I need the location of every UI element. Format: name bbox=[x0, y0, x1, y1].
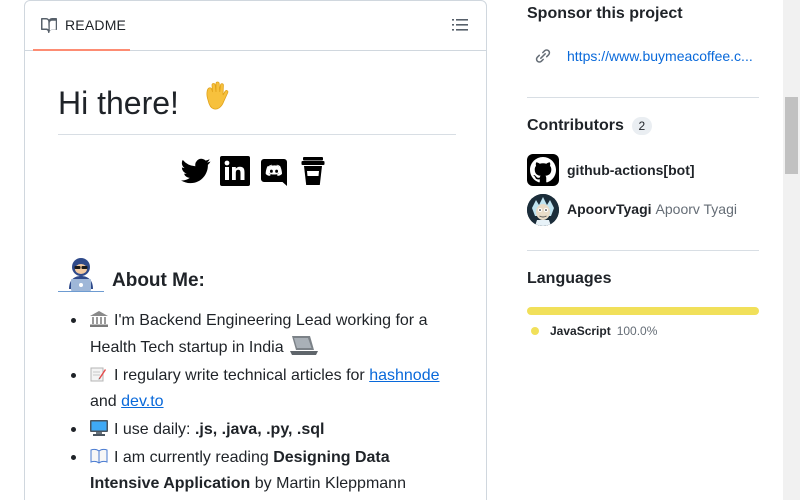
link-icon bbox=[535, 49, 551, 63]
languages-title: Languages bbox=[527, 270, 612, 287]
divider bbox=[527, 97, 759, 98]
avatar[interactable] bbox=[527, 194, 559, 226]
computer-icon bbox=[90, 419, 108, 436]
twitter-link[interactable] bbox=[181, 155, 211, 187]
twitter-icon bbox=[181, 158, 211, 184]
laptop-icon bbox=[288, 334, 320, 356]
devto-link[interactable]: dev.to bbox=[121, 393, 163, 410]
hashnode-link[interactable]: hashnode bbox=[369, 367, 439, 384]
sponsor-link[interactable]: https://www.buymeacoffee.c... bbox=[535, 48, 753, 64]
discord-icon bbox=[261, 159, 287, 186]
social-links bbox=[181, 155, 328, 187]
about-list: I'm Backend Engineering Lead working for… bbox=[58, 308, 458, 499]
item-text-author: by Martin Kleppmann bbox=[250, 475, 406, 492]
language-item[interactable]: JavaScript 100.0% bbox=[531, 324, 657, 338]
buymeacoffee-link[interactable] bbox=[298, 155, 328, 187]
open-book-icon bbox=[90, 447, 108, 464]
page-scrollbar[interactable] bbox=[783, 0, 800, 500]
readme-title: Hi there! bbox=[58, 81, 456, 135]
contributor-login[interactable]: github-actions[bot] bbox=[567, 162, 695, 178]
list-item: I'm Backend Engineering Lead working for… bbox=[58, 308, 458, 361]
language-color-dot bbox=[531, 327, 539, 335]
contributors-title[interactable]: Contributors bbox=[527, 117, 624, 135]
waving-hand-icon bbox=[200, 80, 234, 122]
sponsor-url[interactable]: https://www.buymeacoffee.c... bbox=[567, 48, 753, 64]
item-text: I'm Backend Engineering Lead working for… bbox=[90, 312, 428, 356]
linkedin-link[interactable] bbox=[220, 155, 250, 187]
contributor-row[interactable]: ApoorvTyagi Apoorv Tyagi bbox=[527, 194, 737, 226]
contributor-row[interactable]: github-actions[bot] bbox=[527, 154, 695, 186]
list-item: I am currently reading Designing Data In… bbox=[58, 445, 458, 497]
list-item: I use daily: .js, .java, .py, .sql bbox=[58, 417, 458, 443]
buymeacoffee-icon bbox=[301, 157, 325, 185]
language-percent: 100.0% bbox=[616, 324, 658, 338]
title-text: Hi there! bbox=[58, 85, 179, 121]
contributor-name: Apoorv Tyagi bbox=[655, 201, 737, 217]
linkedin-icon bbox=[220, 156, 250, 186]
scrollbar-thumb[interactable] bbox=[785, 97, 798, 174]
contributors-heading[interactable]: Contributors 2 bbox=[527, 117, 652, 135]
list-item: I regulary write technical articles for … bbox=[58, 363, 458, 415]
contributor-login[interactable]: ApoorvTyagi bbox=[567, 201, 652, 217]
item-text-and: and bbox=[90, 393, 122, 410]
item-text: I regulary write technical articles for bbox=[114, 367, 370, 384]
about-heading: About Me: bbox=[58, 256, 205, 292]
avatar[interactable] bbox=[527, 154, 559, 186]
hacker-icon bbox=[58, 256, 104, 292]
github-icon bbox=[530, 157, 556, 183]
rick-avatar-icon bbox=[527, 194, 559, 226]
discord-link[interactable] bbox=[259, 155, 289, 187]
about-heading-text: About Me: bbox=[112, 270, 205, 291]
bank-icon bbox=[90, 310, 108, 327]
language-bar bbox=[527, 307, 759, 315]
divider bbox=[527, 250, 759, 251]
list-icon bbox=[452, 19, 468, 31]
item-text: I am currently reading bbox=[114, 449, 274, 466]
language-name[interactable]: JavaScript bbox=[550, 324, 611, 338]
readme-header: README bbox=[25, 1, 486, 51]
readme-tab-label: README bbox=[65, 17, 127, 33]
book-icon bbox=[41, 17, 57, 33]
tab-readme[interactable]: README bbox=[33, 1, 130, 51]
contributors-count: 2 bbox=[631, 117, 652, 135]
readme-card: README Hi there! About Me: I'm Backend E… bbox=[24, 0, 487, 500]
item-text: I use daily: bbox=[114, 421, 195, 438]
memo-icon bbox=[90, 365, 108, 382]
languages-used: .js, .java, .py, .sql bbox=[194, 421, 325, 438]
sponsor-title: Sponsor this project bbox=[527, 5, 683, 22]
table-of-contents-button[interactable] bbox=[452, 17, 470, 35]
